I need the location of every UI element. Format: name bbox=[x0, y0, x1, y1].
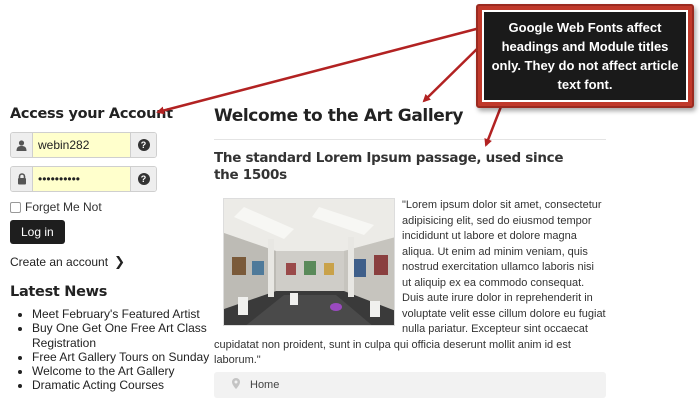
list-item: Welcome to the Art Gallery bbox=[32, 364, 210, 378]
username-field: ? bbox=[10, 132, 157, 158]
list-item: Free Art Gallery Tours on Sunday bbox=[32, 350, 210, 364]
create-account-label: Create an account bbox=[10, 255, 109, 269]
breadcrumb-home-link[interactable]: Home bbox=[250, 379, 279, 391]
annotation-callout: Google Web Fonts affect headings and Mod… bbox=[476, 4, 694, 108]
password-field: ? bbox=[10, 166, 157, 192]
gallery-image bbox=[223, 198, 395, 326]
page: Access your Account ? ? Forget Me Not Lo… bbox=[0, 0, 700, 409]
login-button[interactable]: Log in bbox=[10, 220, 65, 244]
list-item: Buy One Get One Free Art Class Registrat… bbox=[32, 321, 210, 350]
divider bbox=[214, 139, 606, 140]
main-content: Welcome to the Art Gallery The standard … bbox=[214, 104, 606, 369]
article-subtitle: The standard Lorem Ipsum passage, used s… bbox=[214, 150, 564, 183]
create-account-link[interactable]: Create an account ❯ bbox=[10, 254, 210, 270]
list-item: Dramatic Acting Courses bbox=[32, 378, 210, 392]
news-link[interactable]: Free Art Gallery Tours on Sunday bbox=[32, 350, 209, 364]
lock-icon bbox=[11, 167, 33, 191]
chevron-right-icon: ❯ bbox=[114, 254, 125, 269]
password-help-button[interactable]: ? bbox=[130, 167, 156, 191]
user-icon bbox=[11, 133, 33, 157]
sidebar: Access your Account ? ? Forget Me Not Lo… bbox=[10, 104, 210, 393]
annotation-text: Google Web Fonts affect headings and Mod… bbox=[491, 20, 679, 92]
remember-label: Forget Me Not bbox=[25, 200, 102, 214]
login-module-title: Access your Account bbox=[10, 106, 173, 122]
question-icon: ? bbox=[137, 139, 150, 151]
news-link[interactable]: Buy One Get One Free Art Class Registrat… bbox=[32, 321, 207, 349]
news-list: Meet February's Featured Artist Buy One … bbox=[10, 307, 210, 393]
location-pin-icon bbox=[232, 378, 240, 392]
breadcrumb: Home bbox=[214, 372, 606, 398]
article-body: "Lorem ipsum dolor sit amet, consectetur… bbox=[214, 198, 606, 369]
password-input[interactable] bbox=[33, 167, 130, 191]
username-input[interactable] bbox=[33, 133, 130, 157]
annotation-box: Google Web Fonts affect headings and Mod… bbox=[482, 10, 688, 102]
list-item: Meet February's Featured Artist bbox=[32, 307, 210, 321]
news-link[interactable]: Dramatic Acting Courses bbox=[32, 378, 164, 392]
remember-me: Forget Me Not bbox=[10, 200, 210, 214]
news-module-title: Latest News bbox=[10, 284, 108, 300]
news-link[interactable]: Welcome to the Art Gallery bbox=[32, 364, 175, 378]
news-link[interactable]: Meet February's Featured Artist bbox=[32, 307, 200, 321]
question-icon: ? bbox=[137, 173, 150, 185]
remember-checkbox[interactable] bbox=[10, 201, 21, 213]
username-help-button[interactable]: ? bbox=[130, 133, 156, 157]
